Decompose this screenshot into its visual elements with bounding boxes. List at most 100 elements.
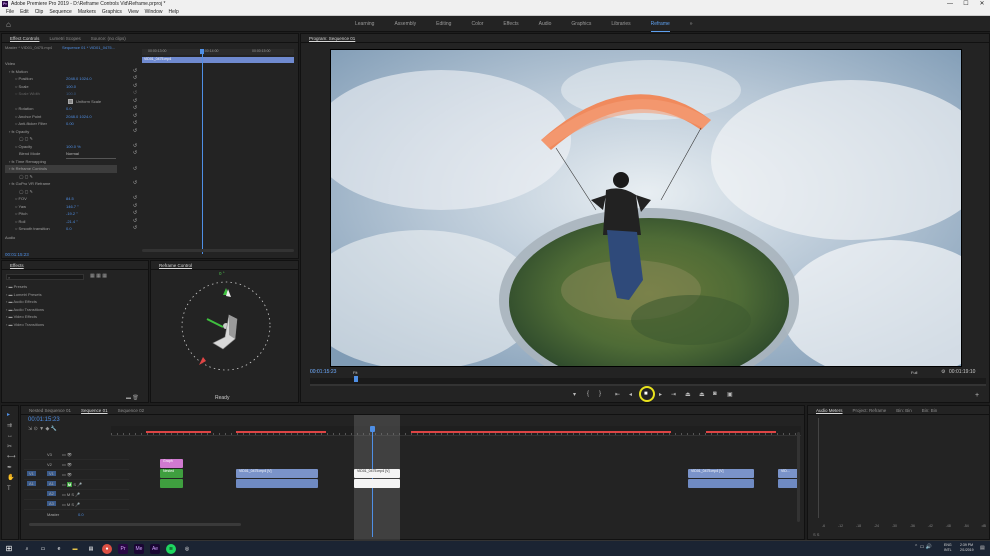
- export-frame-icon[interactable]: ◙: [713, 391, 717, 397]
- tab-audio-meters[interactable]: Audio Meters: [811, 406, 848, 415]
- lift-icon[interactable]: ⏏: [685, 391, 691, 398]
- clip-vid01-c-audio[interactable]: [688, 479, 754, 488]
- clip-graphic[interactable]: Graph: [160, 459, 183, 468]
- system-tray-icons[interactable]: ⌃ ▭ 🔊: [914, 544, 932, 550]
- sequence-clip-label[interactable]: Sequence 01 * VID01_0475...: [62, 45, 115, 50]
- clip-vid01-b[interactable]: VID01_0475.mp4 [V]: [354, 469, 400, 478]
- tab-bin-1[interactable]: Bin: Bin: [891, 406, 917, 415]
- track-header-a3[interactable]: A3 ▭ M S 🎤: [24, 500, 129, 510]
- tab-project[interactable]: Project: Reframe: [848, 406, 892, 415]
- tab-effects[interactable]: Effects: [5, 261, 29, 270]
- meter-solo-buttons[interactable]: S S: [813, 532, 819, 537]
- timeline-timecode[interactable]: 00:01:15:23: [28, 417, 60, 423]
- fit-dropdown[interactable]: Fit: [353, 370, 357, 375]
- menu-file[interactable]: File: [3, 8, 17, 15]
- razor-tool-icon[interactable]: ✂: [2, 442, 18, 453]
- ec-zoom-scrollbar[interactable]: [142, 249, 294, 252]
- workspace-effects[interactable]: Effects: [493, 21, 528, 27]
- reframe-dial[interactable]: [179, 279, 273, 373]
- taskbar-clock[interactable]: 2:39 PM 2/1/2019: [960, 543, 974, 552]
- windows-start-icon[interactable]: ⊞: [4, 544, 14, 554]
- effects-item-audio-effects[interactable]: › ▬ Audio Effects: [6, 298, 146, 306]
- clip-vid01-d[interactable]: VID...: [778, 469, 798, 478]
- marker-icon[interactable]: ▾: [573, 391, 576, 398]
- type-tool-icon[interactable]: T: [2, 484, 18, 495]
- after-effects-icon[interactable]: Ae: [150, 544, 160, 554]
- file-explorer-icon[interactable]: ▬: [70, 544, 80, 554]
- clip-vid01-b-audio[interactable]: [354, 479, 400, 488]
- timeline-ruler[interactable]: [111, 426, 801, 436]
- clip-nested[interactable]: Nested: [160, 469, 183, 478]
- tab-nested-sequence-01[interactable]: Nested Sequence 01: [24, 406, 76, 415]
- menu-edit[interactable]: Edit: [17, 8, 32, 15]
- clip-vid01-c[interactable]: VID01_0475.mp4 [V]: [688, 469, 754, 478]
- master-clip-label[interactable]: Master * VID01_0475.mp4: [5, 45, 52, 50]
- reset-icon[interactable]: ↺: [133, 165, 137, 173]
- maximize-button[interactable]: ☐: [958, 0, 974, 8]
- effects-item-lumetri-presets[interactable]: › ▬ Lumetri Presets: [6, 291, 146, 299]
- menu-sequence[interactable]: Sequence: [46, 8, 75, 15]
- effects-item-presets[interactable]: › ▬ Presets: [6, 283, 146, 291]
- menu-markers[interactable]: Markers: [75, 8, 99, 15]
- menu-clip[interactable]: Clip: [32, 8, 47, 15]
- go-to-out-icon[interactable]: ⇥: [671, 391, 676, 398]
- media-encoder-icon[interactable]: Me: [134, 544, 144, 554]
- mark-in-icon[interactable]: {: [587, 391, 589, 397]
- effects-item-video-transitions[interactable]: › ▬ Video Transitions: [6, 321, 146, 329]
- tab-bin-2[interactable]: Bin: Bin: [917, 406, 943, 415]
- clip-vid01-d-audio[interactable]: [778, 479, 798, 488]
- new-bin-icon[interactable]: ▬ 🗑: [126, 395, 139, 401]
- program-timecode-text[interactable]: 00:01:15:23: [310, 369, 336, 375]
- menu-graphics[interactable]: Graphics: [99, 8, 125, 15]
- workspace-learning[interactable]: Learning: [345, 21, 384, 27]
- slip-tool-icon[interactable]: ⟷: [2, 452, 18, 463]
- search-icon[interactable]: ⌕: [22, 544, 32, 554]
- tab-sequence-01[interactable]: Sequence 01: [76, 406, 113, 415]
- timeline-horizontal-scrollbar[interactable]: [29, 523, 241, 526]
- track-header-a1[interactable]: A1 A1 ▭ M S 🎤: [24, 480, 129, 490]
- step-forward-icon[interactable]: ▸: [659, 391, 662, 398]
- step-back-icon[interactable]: ◂: [629, 391, 632, 398]
- close-button[interactable]: ✕: [974, 0, 990, 8]
- settings-wrench-icon[interactable]: ⚙: [941, 369, 945, 375]
- spotify-icon[interactable]: ≋: [166, 544, 176, 554]
- fx-reframe-controls[interactable]: › fx Reframe Controls: [5, 165, 117, 173]
- menu-help[interactable]: Help: [165, 8, 181, 15]
- program-video-frame[interactable]: [330, 49, 962, 367]
- timeline-vertical-scrollbar[interactable]: [797, 432, 800, 522]
- track-header-a2[interactable]: A2 ▭ M S 🎤: [24, 490, 129, 500]
- home-icon[interactable]: ⌂: [6, 20, 11, 29]
- effects-item-audio-transitions[interactable]: › ▬ Audio Transitions: [6, 306, 146, 314]
- workspace-graphics[interactable]: Graphics: [561, 21, 601, 27]
- workspace-audio[interactable]: Audio: [529, 21, 562, 27]
- clip-vid01-a[interactable]: VID01_0475.mp4 [V]: [236, 469, 318, 478]
- extract-icon[interactable]: ⏏: [699, 391, 705, 398]
- workspace-editing[interactable]: Editing: [426, 21, 461, 27]
- tab-sequence-02[interactable]: Sequence 02: [113, 406, 150, 415]
- track-select-tool-icon[interactable]: ⇉: [2, 421, 18, 432]
- track-header-v1[interactable]: V1 V1 ▭ 👁: [24, 470, 129, 480]
- clip-nested-audio[interactable]: [160, 479, 183, 488]
- tab-program-monitor[interactable]: Program: Sequence 01: [304, 34, 360, 43]
- effects-filter-icons[interactable]: ▦ ▦ ▦: [90, 273, 107, 279]
- tab-source[interactable]: Source: (no clips): [86, 34, 131, 43]
- track-header-master[interactable]: Master 0.0: [24, 510, 129, 520]
- effects-search-input[interactable]: ⌕: [6, 274, 84, 280]
- workspace-more-button[interactable]: »: [680, 21, 703, 27]
- timeline-tools-icons[interactable]: ⇲ ⊙ ▼ ◆ 🔧: [28, 426, 57, 432]
- effects-item-video-effects[interactable]: › ▬ Video Effects: [6, 313, 146, 321]
- chrome-icon[interactable]: ●: [102, 544, 112, 554]
- input-language[interactable]: ENG INTL: [944, 543, 952, 552]
- minimize-button[interactable]: —: [942, 0, 958, 8]
- ripple-edit-tool-icon[interactable]: ↔: [2, 431, 18, 442]
- workspace-reframe[interactable]: Reframe: [641, 21, 680, 32]
- notifications-icon[interactable]: ▤: [980, 545, 985, 551]
- tab-reframe-control[interactable]: Reframe Control: [154, 261, 197, 270]
- mark-out-icon[interactable]: }: [599, 391, 601, 397]
- track-header-v3[interactable]: V3 ▭ 👁: [24, 450, 129, 460]
- workspace-assembly[interactable]: Assembly: [384, 21, 426, 27]
- selection-tool-icon[interactable]: ▸: [2, 406, 18, 421]
- menu-view[interactable]: View: [125, 8, 142, 15]
- vr-view-icon[interactable]: ▣: [727, 391, 733, 398]
- go-to-in-icon[interactable]: ⇤: [615, 391, 620, 398]
